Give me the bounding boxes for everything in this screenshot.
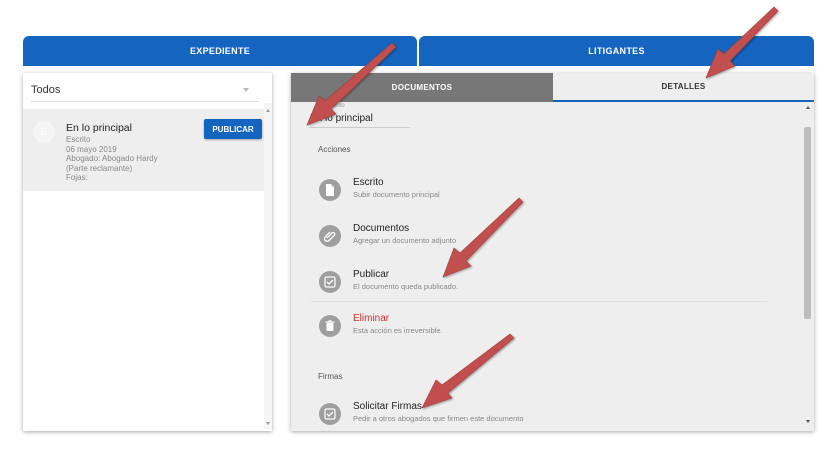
document-fojas: Fojas: — [66, 173, 88, 182]
checkbox-icon — [319, 271, 341, 293]
paperclip-icon — [319, 225, 341, 247]
document-type: Escrito — [66, 135, 91, 144]
document-lawyer: Abogado: Abogado Hardy — [66, 154, 158, 163]
action-title: Eliminar — [353, 313, 390, 324]
section-title-acciones: Acciones — [318, 145, 351, 154]
file-icon — [319, 179, 341, 201]
trash-icon — [319, 315, 341, 337]
avatar: E — [33, 121, 55, 143]
filter-select[interactable]: Todos — [31, 79, 259, 102]
action-title: Publicar — [353, 269, 390, 280]
action-title: Escrito — [353, 177, 384, 188]
scrollbar-thumb[interactable] — [804, 127, 811, 319]
action-subtitle: El documento queda publicado. — [353, 282, 459, 291]
scroll-up-icon[interactable] — [806, 106, 810, 109]
action-subtitle: Subir documento principal — [353, 190, 440, 199]
filter-value: Todos — [31, 84, 61, 96]
details-panel: DOCUMENTOS DETALLES documento En lo prin… — [291, 73, 814, 431]
scroll-down-icon[interactable] — [806, 420, 810, 423]
document-party: (Parte reclamante) — [66, 163, 133, 173]
tab-detalles[interactable]: DETALLES — [553, 73, 814, 102]
document-name-field[interactable]: En lo principal — [310, 113, 410, 128]
action-subtitle: Pedir a otros abogados que firmen este d… — [353, 414, 524, 423]
scrollbar[interactable] — [264, 103, 272, 429]
action-subtitle: Agregar un documento adjunto — [353, 236, 456, 245]
scroll-up-icon[interactable] — [266, 109, 270, 112]
document-title: En lo principal — [66, 122, 132, 134]
action-title: Solicitar Firmas — [353, 401, 422, 412]
action-title: Documentos — [353, 223, 410, 234]
document-list-panel: Todos E En lo principal Escrito 06 mayo … — [23, 73, 272, 431]
document-meta: Escrito 06 mayo 2019 Abogado: Abogado Ha… — [66, 135, 158, 183]
tab-expediente[interactable]: EXPEDIENTE — [23, 36, 417, 66]
field-label: documento — [315, 103, 345, 109]
section-title-firmas: Firmas — [318, 372, 343, 381]
action-subtitle: Esta acción es irreversible. — [353, 326, 443, 335]
scroll-down-icon[interactable] — [266, 422, 270, 425]
publish-button[interactable]: PUBLICAR — [204, 119, 262, 139]
tab-documentos[interactable]: DOCUMENTOS — [291, 73, 553, 102]
tab-litigantes[interactable]: LITIGANTES — [419, 36, 814, 66]
checkbox-icon — [319, 403, 341, 425]
divider — [311, 301, 767, 302]
document-date: 06 mayo 2019 — [66, 144, 117, 154]
scrollbar[interactable] — [802, 102, 814, 431]
list-item[interactable]: E En lo principal Escrito 06 mayo 2019 A… — [23, 109, 264, 191]
chevron-down-icon — [243, 88, 249, 92]
